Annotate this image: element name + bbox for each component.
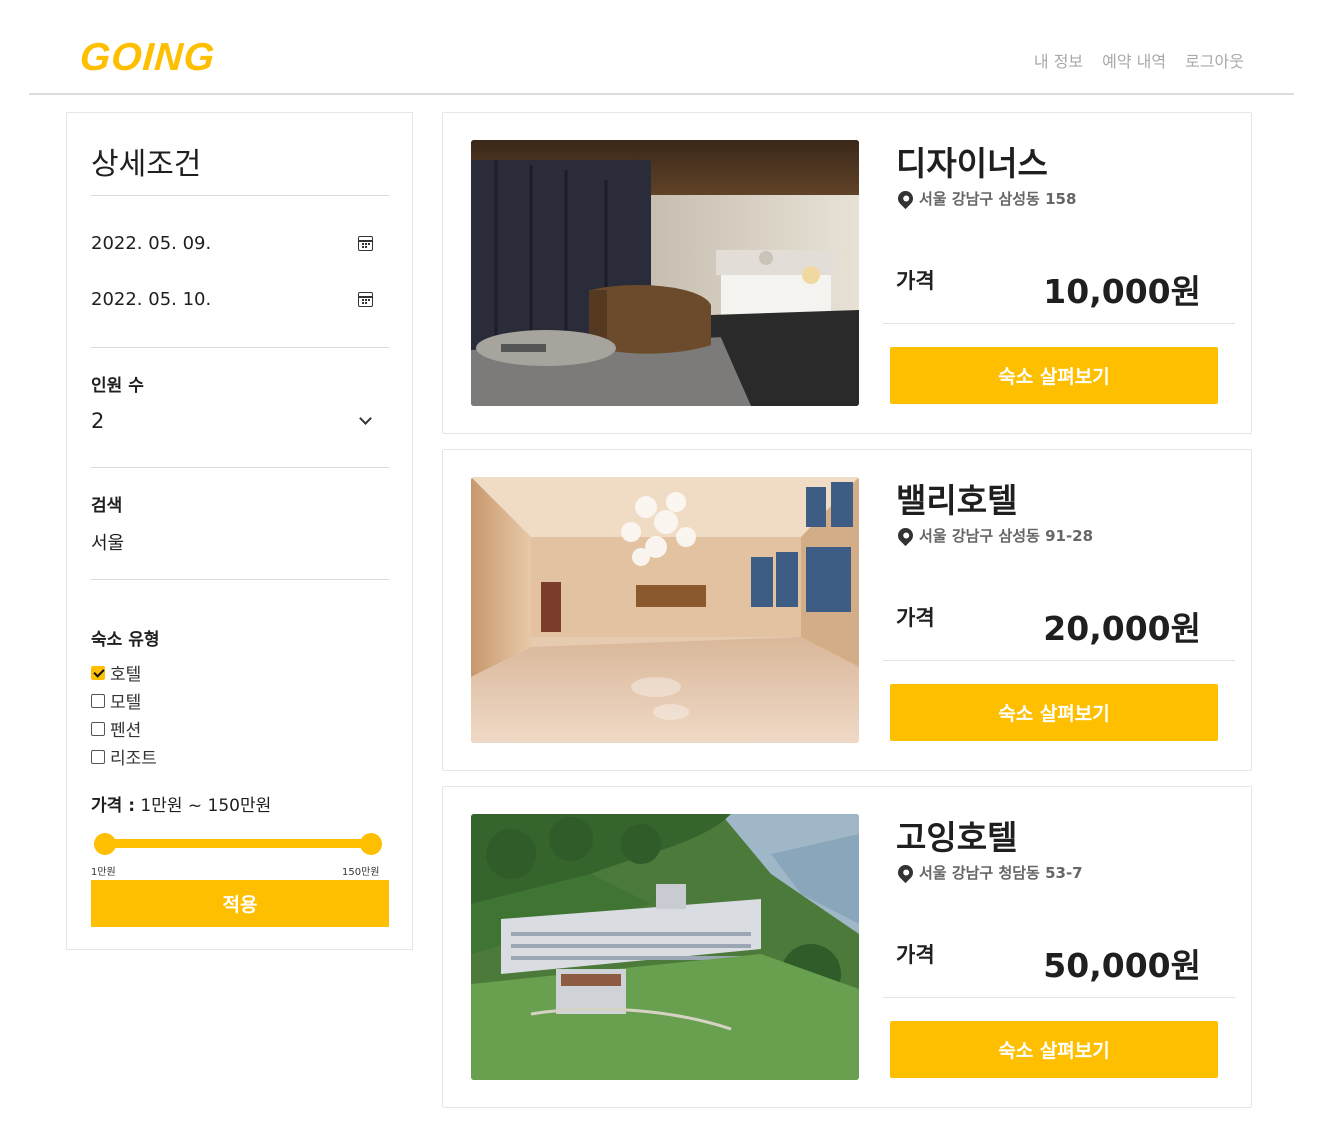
- chevron-down-icon[interactable]: [359, 412, 372, 425]
- address-text: 서울 강남구 삼성동 158: [919, 190, 1077, 208]
- listing-photo[interactable]: [471, 814, 859, 1080]
- divider: [91, 579, 389, 580]
- going-logo[interactable]: GOING: [78, 36, 217, 80]
- checkin-date-input[interactable]: 2022. 05. 09.: [91, 233, 373, 254]
- apply-button[interactable]: 적용: [91, 880, 389, 927]
- view-listing-button[interactable]: 숙소 살펴보기: [890, 1021, 1218, 1078]
- price-value: 50,000원: [1043, 946, 1201, 985]
- top-header: GOING 내 정보 예약 내역 로그아웃: [29, 0, 1294, 95]
- checkbox[interactable]: [91, 693, 105, 708]
- listing-card: 고잉호텔 서울 강남구 청담동 53-7 가격 50,000원 숙소 살펴보기: [442, 786, 1252, 1108]
- checkbox-label: 호텔: [110, 665, 142, 685]
- listing-card: 디자이너스 서울 강남구 삼성동 158 가격 10,000원 숙소 살펴보기: [442, 112, 1252, 434]
- checkbox-checked[interactable]: [91, 665, 105, 680]
- listing-address: 서울 강남구 삼성동 91-28: [894, 524, 1094, 547]
- checkbox-label: 리조트: [110, 749, 157, 769]
- guests-label: 인원 수: [91, 376, 144, 396]
- price-value: 10,000원: [1043, 272, 1201, 311]
- room-photo: [471, 140, 859, 406]
- type-checkbox-pension[interactable]: 펜션: [91, 716, 141, 741]
- listing-info: 밸리호텔 서울 강남구 삼성동 91-28 가격 20,000원 숙소 살펴보기: [883, 450, 1235, 770]
- checkbox-label: 모텔: [110, 693, 142, 713]
- listing-address: 서울 강남구 청담동 53-7: [894, 861, 1083, 884]
- checkout-date-input[interactable]: 2022. 05. 10.: [91, 289, 373, 310]
- divider: [91, 347, 389, 348]
- nav-reservations[interactable]: 예약 내역: [1102, 48, 1166, 72]
- view-listing-button[interactable]: 숙소 살펴보기: [890, 684, 1218, 741]
- view-listing-button[interactable]: 숙소 살펴보기: [890, 347, 1218, 404]
- price-label-key: 가격 :: [91, 796, 135, 816]
- listing-photo[interactable]: [471, 477, 859, 743]
- divider: [883, 660, 1235, 661]
- divider: [91, 467, 389, 468]
- price-label-value: 1만원 ~ 150만원: [140, 796, 272, 816]
- price-label: 가격: [896, 606, 935, 630]
- listing-name[interactable]: 디자이너스: [896, 137, 1048, 185]
- address-text: 서울 강남구 삼성동 91-28: [919, 527, 1094, 545]
- price-range-label: 가격 : 1만원 ~ 150만원: [91, 791, 271, 816]
- slider-min-label: 1만원: [91, 867, 116, 878]
- type-checkbox-motel[interactable]: 모텔: [91, 688, 141, 713]
- listing-name[interactable]: 밸리호텔: [896, 474, 1017, 522]
- price-slider-max-handle[interactable]: [360, 833, 382, 855]
- checkout-date-value: 2022. 05. 10.: [91, 289, 212, 310]
- price-label: 가격: [896, 943, 935, 967]
- lobby-photo: [471, 477, 859, 743]
- listing-photo[interactable]: [471, 140, 859, 406]
- listing-info: 고잉호텔 서울 강남구 청담동 53-7 가격 50,000원 숙소 살펴보기: [883, 787, 1235, 1107]
- map-pin-icon: [894, 187, 917, 210]
- lodging-type-label: 숙소 유형: [91, 630, 160, 650]
- type-checkbox-hotel[interactable]: 호텔: [91, 660, 141, 685]
- search-label: 검색: [91, 496, 123, 516]
- filter-title: 상세조건: [91, 147, 202, 182]
- price-label: 가격: [896, 269, 935, 293]
- calendar-icon[interactable]: [358, 292, 373, 307]
- slider-max-label: 150만원: [342, 867, 380, 878]
- divider: [91, 195, 389, 196]
- map-pin-icon: [894, 861, 917, 884]
- search-input[interactable]: 서울: [91, 529, 124, 555]
- price-slider-track[interactable]: [105, 839, 371, 848]
- listing-address: 서울 강남구 삼성동 158: [894, 187, 1077, 210]
- price-slider-min-handle[interactable]: [94, 833, 116, 855]
- checkbox-label: 펜션: [110, 721, 142, 741]
- calendar-icon[interactable]: [358, 236, 373, 251]
- listing-info: 디자이너스 서울 강남구 삼성동 158 가격 10,000원 숙소 살펴보기: [883, 113, 1235, 433]
- listing-card: 밸리호텔 서울 강남구 삼성동 91-28 가격 20,000원 숙소 살펴보기: [442, 449, 1252, 771]
- filter-sidebar: 상세조건 2022. 05. 09. 2022. 05. 10. 인원 수 2 …: [66, 112, 413, 950]
- divider: [883, 323, 1235, 324]
- checkin-date-value: 2022. 05. 09.: [91, 233, 212, 254]
- listing-name[interactable]: 고잉호텔: [896, 811, 1017, 859]
- hotel-aerial-photo: [471, 814, 859, 1080]
- nav-logout[interactable]: 로그아웃: [1185, 48, 1244, 72]
- address-text: 서울 강남구 청담동 53-7: [919, 864, 1083, 882]
- map-pin-icon: [894, 524, 917, 547]
- checkbox[interactable]: [91, 749, 105, 764]
- type-checkbox-resort[interactable]: 리조트: [91, 744, 157, 769]
- divider: [883, 997, 1235, 998]
- guests-select[interactable]: 2: [91, 409, 104, 433]
- nav-my-info[interactable]: 내 정보: [1034, 48, 1083, 72]
- price-value: 20,000원: [1043, 609, 1201, 648]
- checkbox[interactable]: [91, 721, 105, 736]
- top-nav: 내 정보 예약 내역 로그아웃: [1034, 48, 1244, 72]
